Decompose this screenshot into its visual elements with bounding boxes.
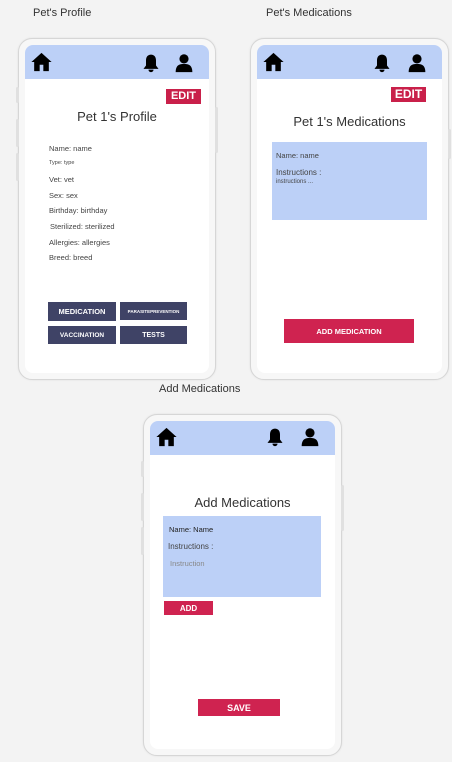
- tests-button[interactable]: TESTS: [120, 326, 187, 344]
- phone-pets-medications: EDIT Pet 1's Medications Name: name Inst…: [250, 38, 451, 380]
- name-field[interactable]: Name: Name: [169, 525, 213, 534]
- caption-pets-profile: Pet's Profile: [33, 7, 92, 19]
- app-header: [150, 421, 335, 455]
- phone-add-medications: Add Medications Name: Name Instructions …: [141, 414, 344, 756]
- medication-instructions-label: Instructions :: [276, 168, 322, 177]
- phone-pets-profile: EDIT Pet 1's Profile Name: name Type: ty…: [16, 38, 218, 380]
- home-icon[interactable]: [155, 426, 178, 448]
- screen-pets-profile: EDIT Pet 1's Profile Name: name Type: ty…: [25, 45, 209, 373]
- edit-button[interactable]: EDIT: [166, 89, 201, 104]
- instructions-label: Instructions :: [168, 542, 214, 551]
- field-birthday: Birthday: birthday: [49, 206, 108, 215]
- user-icon[interactable]: [406, 53, 428, 73]
- add-medication-button[interactable]: ADD MEDICATION: [284, 319, 414, 343]
- home-icon[interactable]: [30, 51, 53, 73]
- edit-button[interactable]: EDIT: [391, 87, 426, 102]
- screen-add-medications: Add Medications Name: Name Instructions …: [150, 421, 335, 749]
- app-header: [257, 45, 442, 79]
- user-icon[interactable]: [299, 427, 321, 447]
- field-type: Type: type: [49, 160, 75, 166]
- save-button[interactable]: SAVE: [198, 699, 280, 716]
- caption-pets-medications: Pet's Medications: [266, 7, 352, 19]
- field-sterilized: Sterilized: sterilized: [50, 222, 115, 231]
- page-title: Add Medications: [194, 495, 291, 510]
- vaccination-button[interactable]: VACCINATION: [48, 326, 116, 344]
- medication-form: Name: Name Instructions : Instruction: [163, 516, 321, 597]
- phone-side-button: [141, 461, 144, 477]
- field-sex: Sex: sex: [49, 191, 78, 200]
- bell-icon[interactable]: [140, 53, 162, 73]
- add-button[interactable]: ADD: [164, 601, 213, 615]
- phone-side-button: [141, 493, 144, 521]
- bell-icon[interactable]: [371, 53, 393, 73]
- phone-side-button: [141, 527, 144, 555]
- medication-instructions-value: instructions ...: [276, 179, 314, 185]
- parasite-prevention-button[interactable]: PARASITEPREVENTION: [120, 302, 187, 320]
- instruction-input[interactable]: Instruction: [170, 559, 205, 568]
- phone-side-button: [448, 129, 451, 159]
- screen-pets-medications: EDIT Pet 1's Medications Name: name Inst…: [257, 45, 442, 373]
- bell-icon[interactable]: [264, 427, 286, 447]
- user-icon[interactable]: [173, 53, 195, 73]
- home-icon[interactable]: [262, 51, 285, 73]
- app-header: [25, 45, 209, 79]
- field-allergies: Allergies: allergies: [49, 238, 110, 247]
- phone-side-button: [215, 107, 218, 153]
- medication-card[interactable]: Name: name Instructions : instructions .…: [272, 142, 427, 220]
- medication-name: Name: name: [276, 151, 319, 160]
- field-name: Name: name: [49, 144, 92, 153]
- phone-side-button: [16, 153, 19, 181]
- phone-side-button: [16, 119, 19, 147]
- page-title: Pet 1's Profile: [77, 109, 157, 124]
- phone-side-button: [16, 87, 19, 103]
- field-vet: Vet: vet: [49, 175, 75, 184]
- medication-button[interactable]: MEDICATION: [48, 302, 116, 321]
- page-title: Pet 1's Medications: [293, 114, 406, 129]
- phone-side-button: [341, 485, 344, 531]
- caption-add-medications: Add Medications: [159, 383, 241, 395]
- field-breed: Breed: breed: [49, 253, 93, 262]
